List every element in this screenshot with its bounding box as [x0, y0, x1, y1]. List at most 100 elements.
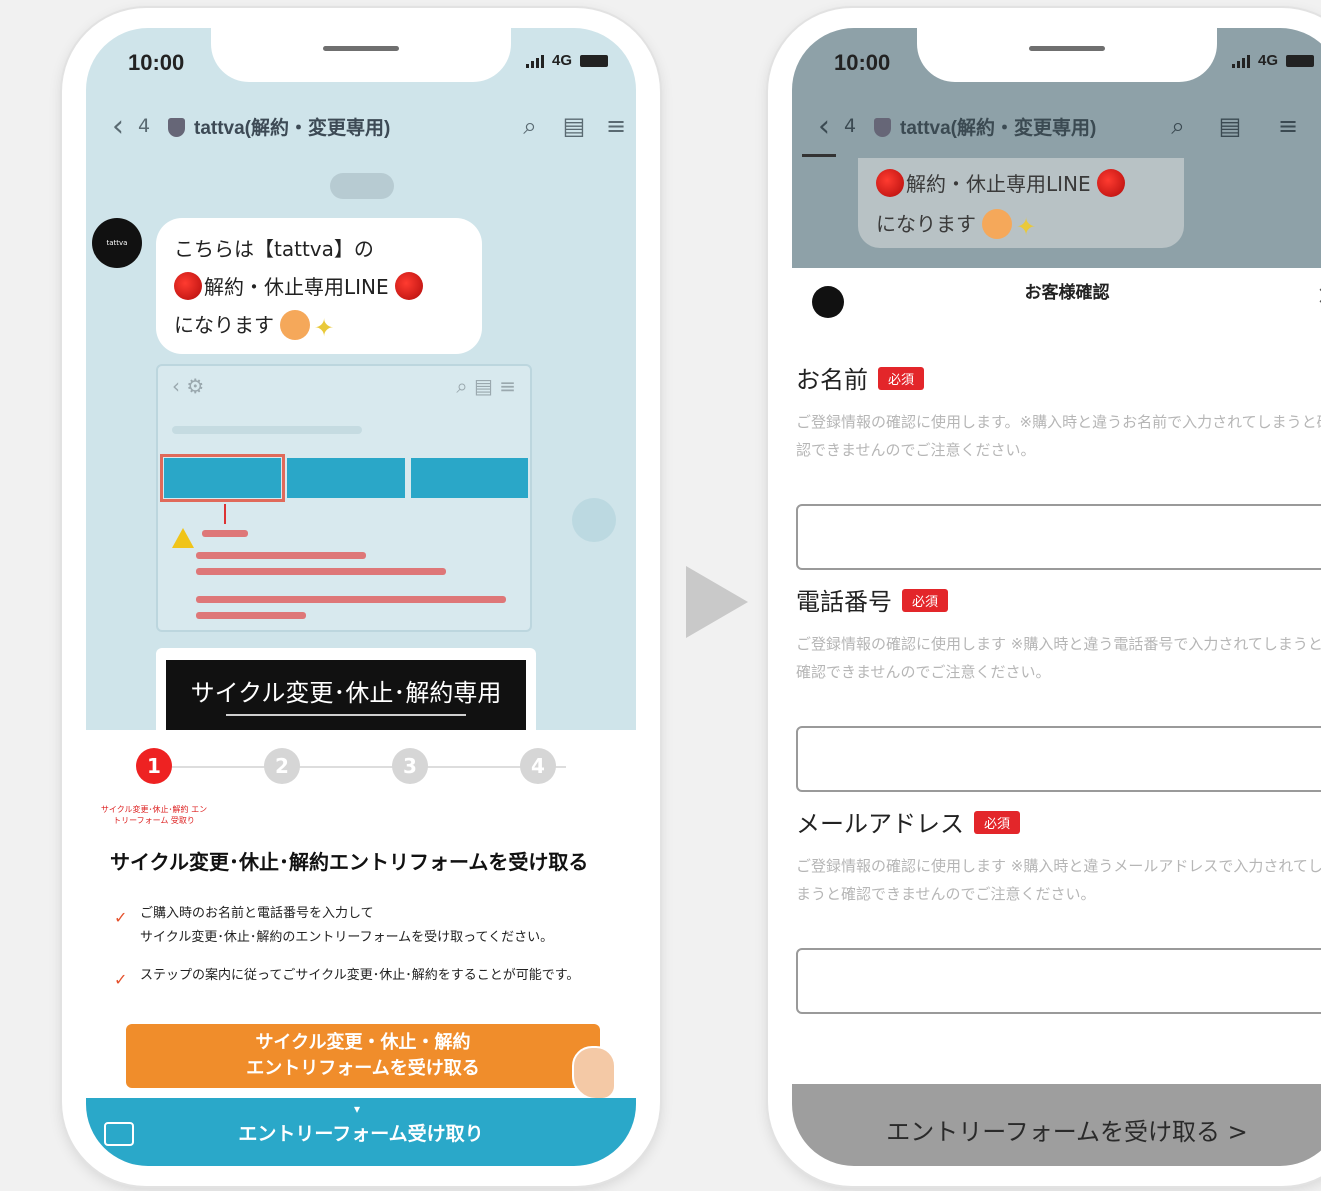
menu-icon[interactable]: ≡ — [1274, 112, 1302, 140]
step-2: 2 — [264, 748, 300, 784]
date-divider — [330, 173, 394, 199]
chat-header: ‹ 4 tattva(解約・変更専用) ⌕ ▤ ≡ — [86, 106, 636, 146]
warning-icon — [172, 528, 194, 548]
phone-mockup-right: 解約・休止専用LINE になります ✦ 10:00 4G ‹ 4 tattva(解… — [768, 8, 1321, 1186]
back-chevron-icon[interactable]: ‹ — [112, 109, 124, 144]
rich-menu-label: エントリーフォーム受け取り — [238, 1123, 484, 1145]
customer-verification-modal: お客様確認 ✕ お名前必須 ご登録情報の確認に使用します。※購入時と違うお名前で… — [792, 268, 1321, 1166]
message-bubble: こちらは【tattva】の 解約・休止専用LINE になります ✦ — [156, 218, 482, 354]
banner-card[interactable]: サイクル変更･休止･解約専用 — [156, 648, 536, 738]
required-badge: 必須 — [878, 367, 925, 390]
dim-message-line-1: 解約・休止専用LINE — [876, 164, 1166, 204]
signal-icon — [525, 54, 544, 68]
message-line-2: 解約・休止専用LINE — [174, 268, 464, 306]
phone-notch — [211, 28, 511, 82]
notes-icon[interactable]: ▤ — [1216, 112, 1244, 140]
banner-image: サイクル変更･休止･解約専用 — [166, 660, 526, 730]
cta-line-2: エントリフォームを受け取る — [246, 1058, 480, 1079]
guide-tab-report — [410, 458, 528, 498]
warning-text-line — [202, 530, 248, 537]
step-4: 4 — [520, 748, 556, 784]
email-input[interactable] — [796, 948, 1321, 1014]
battery-icon — [580, 54, 608, 67]
notes-icon[interactable]: ▤ — [560, 112, 588, 140]
email-label: メールアドレス 必須 — [796, 804, 1021, 839]
keyboard-icon[interactable] — [104, 1122, 134, 1146]
checklist-item-1-line-1: ご購入時のお名前と電話番号を入力して — [140, 906, 374, 921]
name-label: お名前 必須 — [796, 360, 925, 395]
check-icon: ✓ — [114, 970, 128, 989]
speaker-grill — [1029, 46, 1105, 51]
chat-title: tattva(解約・変更専用) — [900, 117, 1097, 139]
checklist-item-1-line-2: サイクル変更･休止･解約のエントリーフォームを受け取ってください。 — [140, 930, 554, 945]
phone-label-text: 電話番号 — [796, 588, 892, 616]
warning-text-line — [196, 612, 306, 619]
rose-emoji-icon — [394, 272, 423, 300]
signal-icon — [1231, 54, 1250, 68]
sparkle-emoji-icon: ✦ — [314, 314, 335, 342]
close-icon[interactable]: ✕ — [1316, 282, 1321, 312]
cta-line-1: サイクル変更・休止・解約 — [255, 1032, 471, 1053]
dim-message-line-2: になります ✦ — [876, 204, 1166, 247]
smile-emoji-icon — [982, 209, 1012, 239]
guide-tab-add — [159, 454, 286, 502]
chat-header: ‹ 4 tattva(解約・変更専用) ⌕ ▤ ≡ — [792, 106, 1321, 146]
avatar[interactable]: tattva — [92, 218, 142, 268]
shield-icon — [874, 118, 891, 137]
guide-tab-block — [287, 458, 405, 498]
battery-icon — [1286, 54, 1314, 67]
submit-button[interactable]: エントリーフォームを受け取る > — [792, 1084, 1321, 1166]
dim-avatar-edge — [802, 154, 836, 157]
rich-menu-bar[interactable]: ▾ エントリーフォーム受け取り — [86, 1098, 636, 1166]
phone-screen: 10:00 4G ‹ 4 tattva(解約・変更専用) ⌕ ▤ ≡ tattv… — [86, 28, 636, 1166]
step-3: 3 — [392, 748, 428, 784]
dim-message-line-1-text: 解約・休止専用LINE — [906, 172, 1091, 196]
name-label-text: お名前 — [796, 366, 868, 394]
checklist-item-2: ステップの案内に従ってごサイクル変更･休止･解約をすることが可能です。 — [140, 968, 580, 983]
dim-message-bubble: 解約・休止専用LINE になります ✦ — [858, 158, 1184, 248]
status-time: 10:00 — [128, 50, 185, 75]
step-1: 1 — [136, 748, 172, 784]
warning-text-line — [196, 552, 366, 559]
phone-input[interactable] — [796, 726, 1321, 792]
menu-icon[interactable]: ≡ — [602, 112, 630, 140]
unread-count: 4 — [844, 115, 857, 137]
guide-tabs — [159, 454, 528, 502]
message-line-3-text: になります — [174, 313, 274, 337]
placeholder-hint — [172, 426, 362, 434]
next-step-arrow-icon — [686, 566, 748, 638]
mini-chat-header: ‹ ⚙ ⌕ ▤ ≡ — [172, 374, 516, 398]
speaker-grill — [323, 46, 399, 51]
required-badge: 必須 — [902, 589, 949, 612]
name-help: ご登録情報の確認に使用します。※購入時と違うお名前で入力されてしまうと確認できま… — [796, 413, 1321, 459]
dim-message-line-2-text: になります — [876, 212, 976, 236]
pointer-arrow — [224, 504, 226, 524]
warning-text-line — [196, 596, 506, 603]
status-indicators: 4G — [525, 52, 608, 69]
rose-emoji-icon — [174, 272, 202, 300]
email-help: ご登録情報の確認に使用します ※購入時と違うメールアドレスで入力されてしまうと確… — [796, 857, 1321, 903]
message-line-2-text: 解約・休止専用LINE — [204, 275, 389, 299]
rose-emoji-icon — [876, 169, 904, 197]
search-icon[interactable]: ⌕ — [516, 112, 544, 140]
unread-count: 4 — [138, 115, 151, 137]
modal-title: お客様確認 — [1024, 283, 1110, 303]
phone-mockup-left: 10:00 4G ‹ 4 tattva(解約・変更専用) ⌕ ▤ ≡ tattv… — [62, 8, 660, 1186]
tap-hand-icon — [572, 1046, 616, 1100]
image-message-guide[interactable]: ‹ ⚙ ⌕ ▤ ≡ — [156, 364, 532, 632]
step-indicator: 1 2 3 4 サイクル変更･休止･解約 エントリーフォーム 受取り — [101, 748, 586, 825]
shield-icon — [168, 118, 185, 137]
share-icon[interactable] — [572, 498, 616, 542]
receive-form-button[interactable]: サイクル変更・休止・解約 エントリフォームを受け取る — [126, 1024, 600, 1088]
collapse-caret-icon[interactable]: ▾ — [354, 1102, 360, 1116]
phone-label: 電話番号 必須 — [796, 582, 949, 617]
search-icon[interactable]: ⌕ — [1164, 112, 1192, 140]
warning-text-line — [196, 568, 446, 575]
status-indicators: 4G — [1231, 52, 1314, 69]
sheet-title: サイクル変更･休止･解約エントリフォームを受け取る — [110, 850, 589, 874]
rose-emoji-icon — [1096, 169, 1125, 197]
step-1-caption: サイクル変更･休止･解約 エントリーフォーム 受取り — [100, 805, 208, 825]
step-connector — [156, 766, 566, 768]
name-input[interactable] — [796, 504, 1321, 570]
back-chevron-icon[interactable]: ‹ — [818, 109, 830, 144]
